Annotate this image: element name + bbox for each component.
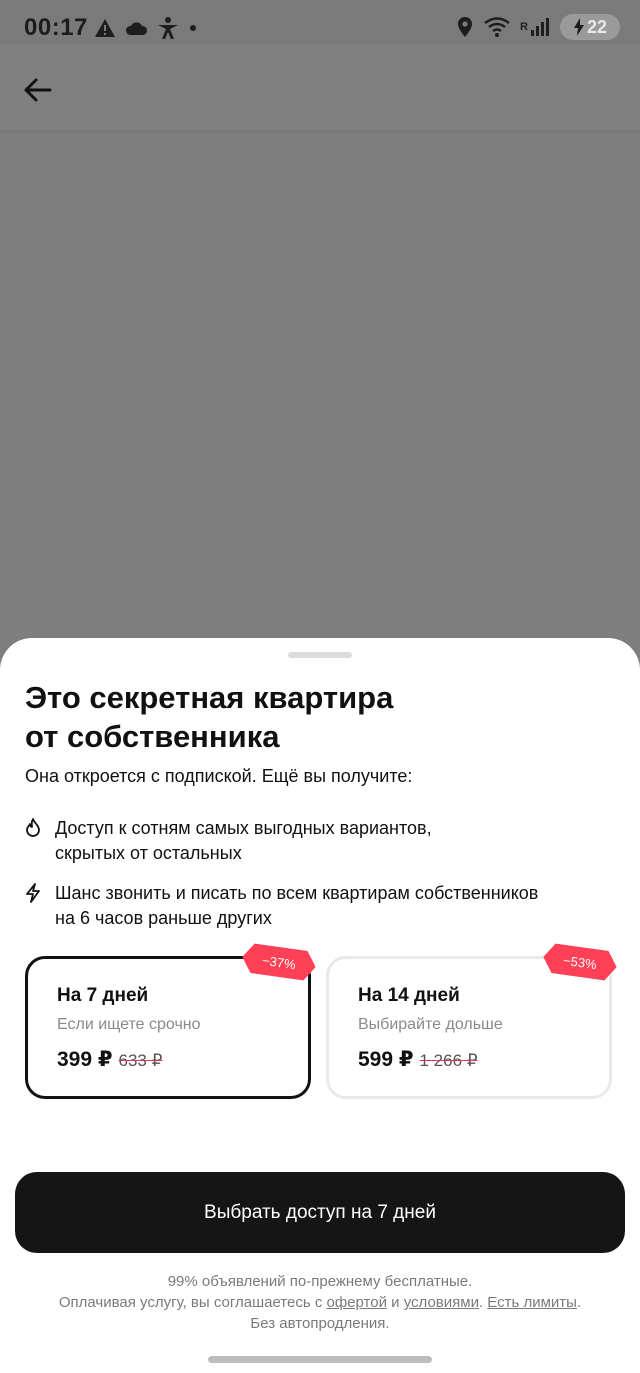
footer-line2: Оплачивая услугу, вы соглашаетесь с офер…	[0, 1292, 640, 1313]
status-left-icons	[94, 16, 198, 40]
app-bar	[0, 44, 640, 130]
location-icon	[458, 17, 473, 37]
terms-link[interactable]: условиями	[404, 1294, 479, 1311]
discount-badge: −37%	[240, 942, 317, 982]
sheet-title-line1: Это секретная квартира	[25, 680, 394, 715]
feature-line: Шанс звонить и писать по всем квартирам …	[55, 883, 539, 903]
plan-price: 399 ₽	[57, 1048, 113, 1071]
lightning-icon	[26, 883, 40, 903]
sheet-drag-handle[interactable]	[288, 652, 352, 658]
limits-link[interactable]: Есть лимиты	[487, 1294, 577, 1311]
status-time: 00:17	[24, 14, 88, 41]
signal-icon	[531, 18, 549, 36]
sheet-title: Это секретная квартира от собственника	[25, 678, 585, 756]
footer-text: и	[386, 1294, 404, 1311]
plan-old-price: 633 ₽	[118, 1051, 163, 1070]
feature-line: Доступ к сотням самых выгодных вариантов…	[55, 818, 432, 838]
footer-line1: 99% объявлений по-прежнему бесплатные.	[167, 1273, 473, 1290]
person-icon	[158, 17, 178, 39]
back-button[interactable]	[20, 72, 56, 108]
footer-text: Оплачивая услугу, вы соглашаетесь с	[58, 1294, 327, 1311]
feature-item: Доступ к сотням самых выгодных вариантов…	[25, 816, 595, 866]
home-indicator[interactable]	[208, 1356, 432, 1363]
footer-line3: Без автопродления.	[250, 1315, 390, 1332]
plan-description: Выбирайте дольше	[358, 1016, 503, 1033]
offer-link[interactable]: офертой	[327, 1294, 387, 1311]
plan-name: На 14 дней	[358, 985, 460, 1006]
flame-icon	[26, 818, 40, 837]
plan-card-14-days[interactable]: −53% На 14 дней Выбирайте дольше 599 ₽1 …	[326, 956, 612, 1099]
plan-price-row: 599 ₽ 1 266 ₽	[358, 1047, 478, 1072]
dot-icon	[190, 25, 196, 31]
battery-indicator: 22	[560, 14, 620, 40]
charging-bolt-icon	[573, 18, 584, 36]
arrow-left-icon	[24, 78, 52, 102]
plan-old-price: 1 266 ₽	[419, 1051, 478, 1070]
plan-description: Если ищете срочно	[57, 1016, 201, 1033]
plan-price: 599 ₽	[358, 1048, 414, 1071]
feature-line: скрытых от остальных	[55, 843, 242, 863]
sheet-title-line2: от собственника	[25, 719, 280, 754]
plan-card-7-days[interactable]: −37% На 7 дней Если ищете срочно 399 ₽63…	[25, 956, 311, 1099]
plan-price-row: 399 ₽ 633 ₽	[57, 1047, 162, 1072]
wifi-icon	[484, 17, 510, 37]
select-plan-button[interactable]: Выбрать доступ на 7 дней	[15, 1172, 625, 1253]
feature-item: Шанс звонить и писать по всем квартирам …	[25, 881, 595, 931]
feature-text: Шанс звонить и писать по всем квартирам …	[55, 881, 595, 931]
status-right-icons: R 22	[456, 14, 620, 40]
discount-badge: −53%	[541, 942, 618, 982]
sheet-subtitle: Она откроется с подпиской. Ещё вы получи…	[25, 766, 413, 786]
plan-name: На 7 дней	[57, 985, 149, 1006]
battery-level: 22	[586, 16, 608, 37]
network-tag: R	[520, 21, 528, 33]
feature-line: на 6 часов раньше других	[55, 908, 272, 928]
feature-text: Доступ к сотням самых выгодных вариантов…	[55, 816, 595, 866]
cloud-icon	[125, 22, 148, 35]
warning-icon	[95, 19, 115, 37]
subscription-sheet: Это секретная квартира от собственника О…	[0, 638, 640, 1373]
legal-footer: 99% объявлений по-прежнему бесплатные. О…	[0, 1271, 640, 1334]
footer-text: .	[576, 1294, 582, 1311]
